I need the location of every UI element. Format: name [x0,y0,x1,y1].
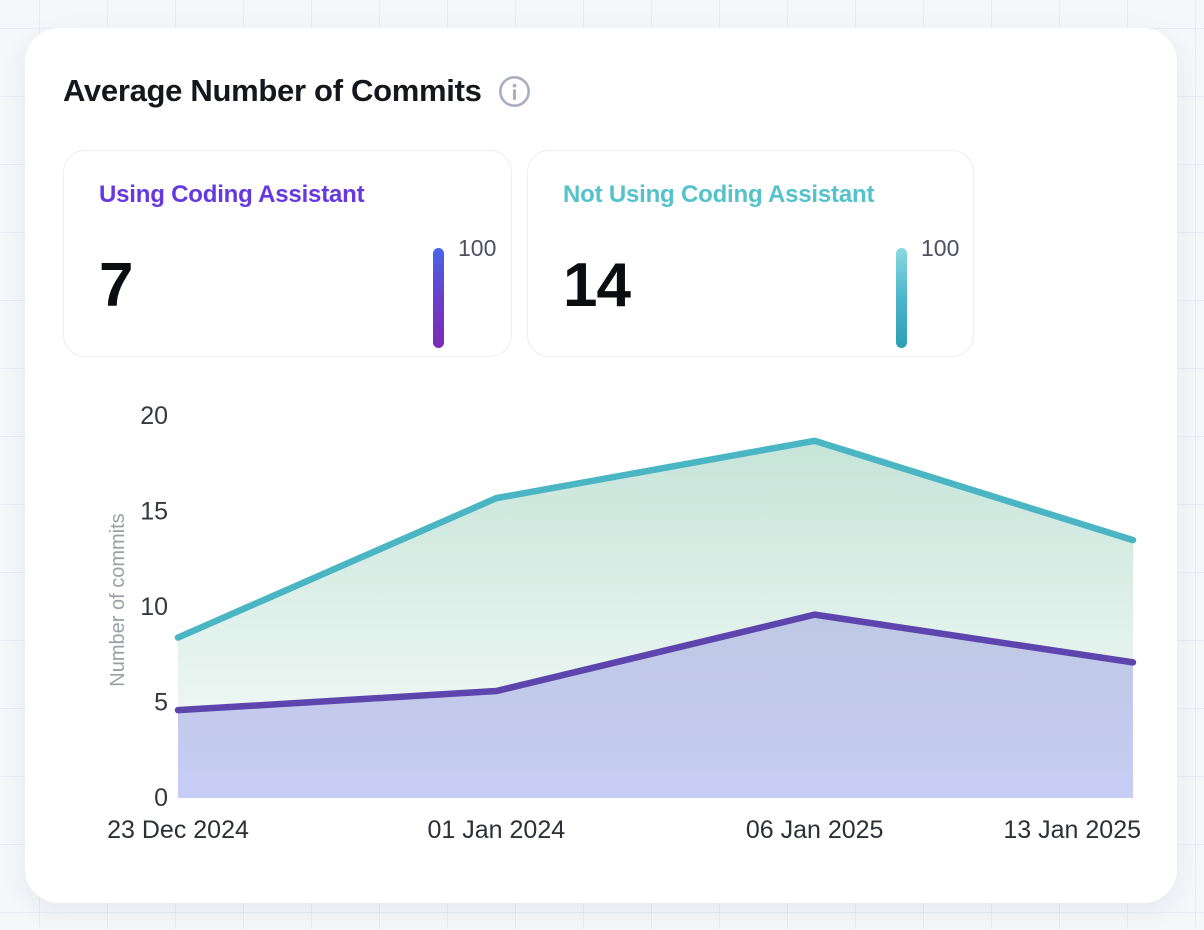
stat-value: 7 [99,255,132,317]
page-background: { "header": { "title": "Average Number o… [0,0,1204,930]
y-tick-label-2: 10 [140,593,168,621]
x-axis-label-1: 01 Jan 2024 [428,816,566,844]
stat-label: Not Using Coding Assistant [563,181,874,209]
stat-card-using-assistant: Using Coding Assistant 7 100 [63,150,512,357]
stat-gauge-bar [896,248,907,348]
page-title: Average Number of Commits [63,72,482,110]
stat-gauge-bar [433,248,444,348]
stat-label: Using Coding Assistant [99,181,364,209]
commits-card: Average Number of Commits Using Coding A… [25,28,1177,903]
x-axis-label-2: 06 Jan 2025 [746,816,884,844]
x-axis-label-3: 13 Jan 2025 [1003,816,1141,844]
y-tick-label-3: 15 [140,498,168,526]
stat-card-not-using-assistant: Not Using Coding Assistant 14 100 [527,150,974,357]
y-tick-label-1: 5 [154,689,168,717]
stat-value: 14 [563,255,630,317]
y-tick-label-0: 0 [154,784,168,812]
info-icon[interactable] [498,75,531,108]
y-axis-title: Number of commits [107,513,129,686]
y-tick-label-4: 20 [140,402,168,430]
card-header: Average Number of Commits [63,72,531,110]
stat-scale-max: 100 [458,235,496,262]
commits-area-chart[interactable]: 0 5 10 15 20 Number of commits 23 Dec 2024 01 J… [25,388,1177,903]
x-axis-label-0: 23 Dec 2024 [107,816,249,844]
stat-scale-max: 100 [921,235,959,262]
